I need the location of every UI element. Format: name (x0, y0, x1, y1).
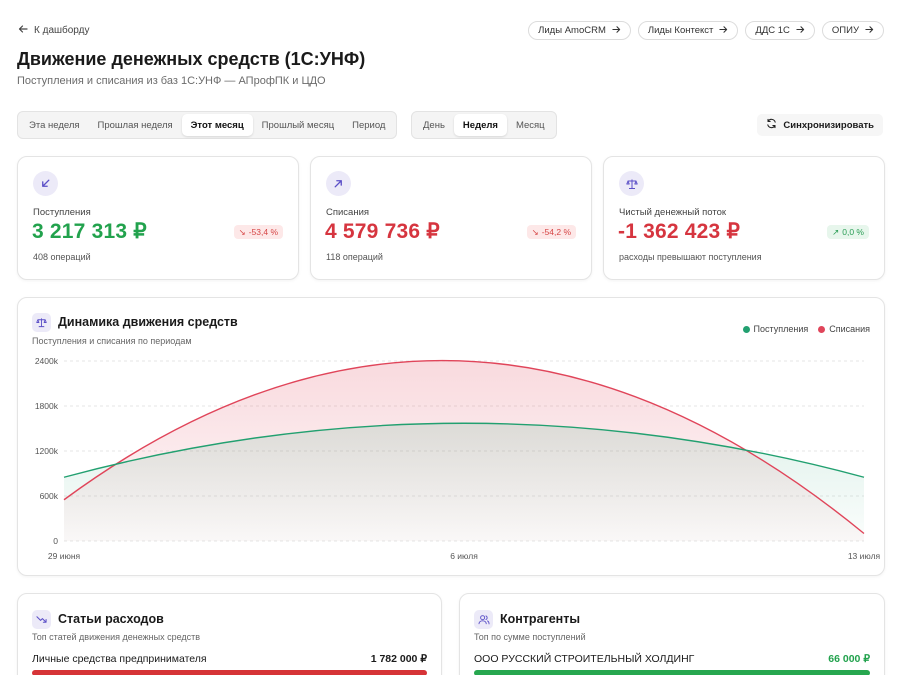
x-tick-label: 13 июля (848, 551, 881, 561)
counterparties-card: Контрагенты Топ по сумме поступлений ООО… (459, 593, 885, 675)
chart-title: Динамика движения средств (58, 315, 238, 329)
back-link[interactable]: К дашборду (18, 24, 89, 37)
legend-item-expenses[interactable]: Списания (818, 324, 870, 334)
kpi-label: Списания (326, 207, 370, 218)
dynamics-chart-card: Динамика движения средств Поступления и … (17, 297, 885, 576)
counterparty-row-bar (474, 670, 870, 675)
kpi-delta-badge: ↗ 0,0 % (827, 225, 869, 239)
arrow-up-right-icon (326, 171, 351, 196)
counterparties-title: Контрагенты (500, 612, 581, 626)
kpi-value: -1 362 423 ₽ (618, 220, 741, 243)
counterparty-row-name: ООО РУССКИЙ СТРОИТЕЛЬНЫЙ ХОЛДИНГ (474, 653, 695, 665)
legend-dot (742, 325, 750, 333)
x-tick-label: 6 июля (450, 551, 478, 561)
arrow-right-icon (612, 25, 621, 37)
counterparties-subtitle: Топ по сумме поступлений (474, 632, 586, 642)
kpi-subtext: расходы превышают поступления (619, 252, 762, 262)
legend-dot (818, 325, 826, 333)
expenses-title: Статьи расходов (58, 612, 164, 626)
period-filter: Эта неделя Прошлая неделя Этот месяц Про… (17, 111, 398, 139)
dynamics-chart: 0 600k 1200k 1800k 2400k 29 июня 6 июля 13 июля (35, 356, 881, 561)
arrow-down-right-icon: ↘ (531, 226, 539, 237)
expenses-card: Статьи расходов Топ статей движения дене… (17, 593, 442, 675)
link-context-leads[interactable]: Лиды Контекст (637, 21, 739, 40)
page-subtitle: Поступления и списания из баз 1С:УНФ — А… (17, 75, 326, 87)
granularity-option-week[interactable]: Неделя (453, 114, 507, 136)
arrow-down-right-icon: ↘ (238, 226, 246, 237)
y-tick-label: 1800k (35, 401, 59, 411)
arrow-right-icon (865, 25, 874, 37)
arrow-right-icon (719, 25, 728, 37)
period-option-this-week[interactable]: Эта неделя (20, 114, 89, 136)
x-tick-label: 29 июня (48, 551, 81, 561)
y-tick-label: 2400k (35, 356, 59, 366)
kpi-label: Чистый денежный поток (619, 207, 727, 218)
scales-icon (619, 171, 644, 196)
counterparty-row-amount: 66 000 ₽ (828, 653, 870, 665)
link-dds-1c[interactable]: ДДС 1С (745, 21, 815, 40)
granularity-option-month[interactable]: Месяц (507, 114, 554, 136)
users-icon (474, 610, 493, 629)
period-option-last-month[interactable]: Прошлый месяц (253, 114, 343, 136)
period-option-this-month[interactable]: Этот месяц (181, 114, 253, 136)
link-amocrm-leads[interactable]: Лиды AmoCRM (528, 21, 631, 40)
expenses-subtitle: Топ статей движения денежных средств (32, 632, 201, 642)
expense-row-name: Личные средства предпринимателя (32, 653, 207, 665)
expense-row-amount: 1 782 000 ₽ (370, 653, 427, 665)
sync-button-label: Синхронизировать (783, 119, 874, 131)
arrow-up-right-icon: ↗ (832, 226, 840, 237)
sync-button[interactable]: Синхронизировать (757, 114, 883, 136)
kpi-delta-badge: ↘ -53,4 % (233, 225, 283, 239)
granularity-option-day[interactable]: День (414, 114, 454, 136)
arrow-down-left-icon (33, 171, 58, 196)
arrow-right-icon (796, 25, 805, 37)
back-link-label: К дашборду (34, 25, 90, 36)
link-opiu[interactable]: ОПИУ (821, 21, 884, 40)
chart-legend: Поступления Списания (742, 324, 870, 334)
kpi-delta-badge: ↘ -54,2 % (526, 225, 576, 239)
page-title: Движение денежных средств (1С:УНФ) (17, 49, 366, 69)
kpi-card-expenses: Списания 4 579 736 ₽ ↘ -54,2 % 118 операц… (310, 156, 592, 280)
y-tick-label: 1200k (35, 446, 59, 456)
kpi-value: 4 579 736 ₽ (325, 220, 440, 243)
trending-down-icon (32, 610, 51, 629)
refresh-icon (766, 118, 777, 132)
period-option-custom[interactable]: Период (343, 114, 394, 136)
period-option-last-week[interactable]: Прошлая неделя (89, 114, 182, 136)
kpi-subtext: 408 операций (33, 252, 91, 262)
scales-icon (32, 313, 51, 332)
arrow-left-icon (18, 24, 28, 37)
kpi-value: 3 217 313 ₽ (32, 220, 147, 243)
expense-row-bar (32, 670, 427, 675)
kpi-card-income: Поступления 3 217 313 ₽ ↘ -53,4 % 408 опе… (17, 156, 299, 280)
kpi-subtext: 118 операций (326, 252, 383, 262)
kpi-label: Поступления (33, 207, 91, 218)
y-tick-label: 600k (40, 491, 59, 501)
legend-item-income[interactable]: Поступления (742, 324, 808, 334)
granularity-filter: День Неделя Месяц (411, 111, 557, 139)
y-tick-label: 0 (53, 536, 58, 546)
top-links: Лиды AmoCRM Лиды Контекст ДДС 1С ОПИУ (528, 21, 884, 40)
kpi-card-net-flow: Чистый денежный поток -1 362 423 ₽ ↗ 0,0 … (603, 156, 885, 280)
